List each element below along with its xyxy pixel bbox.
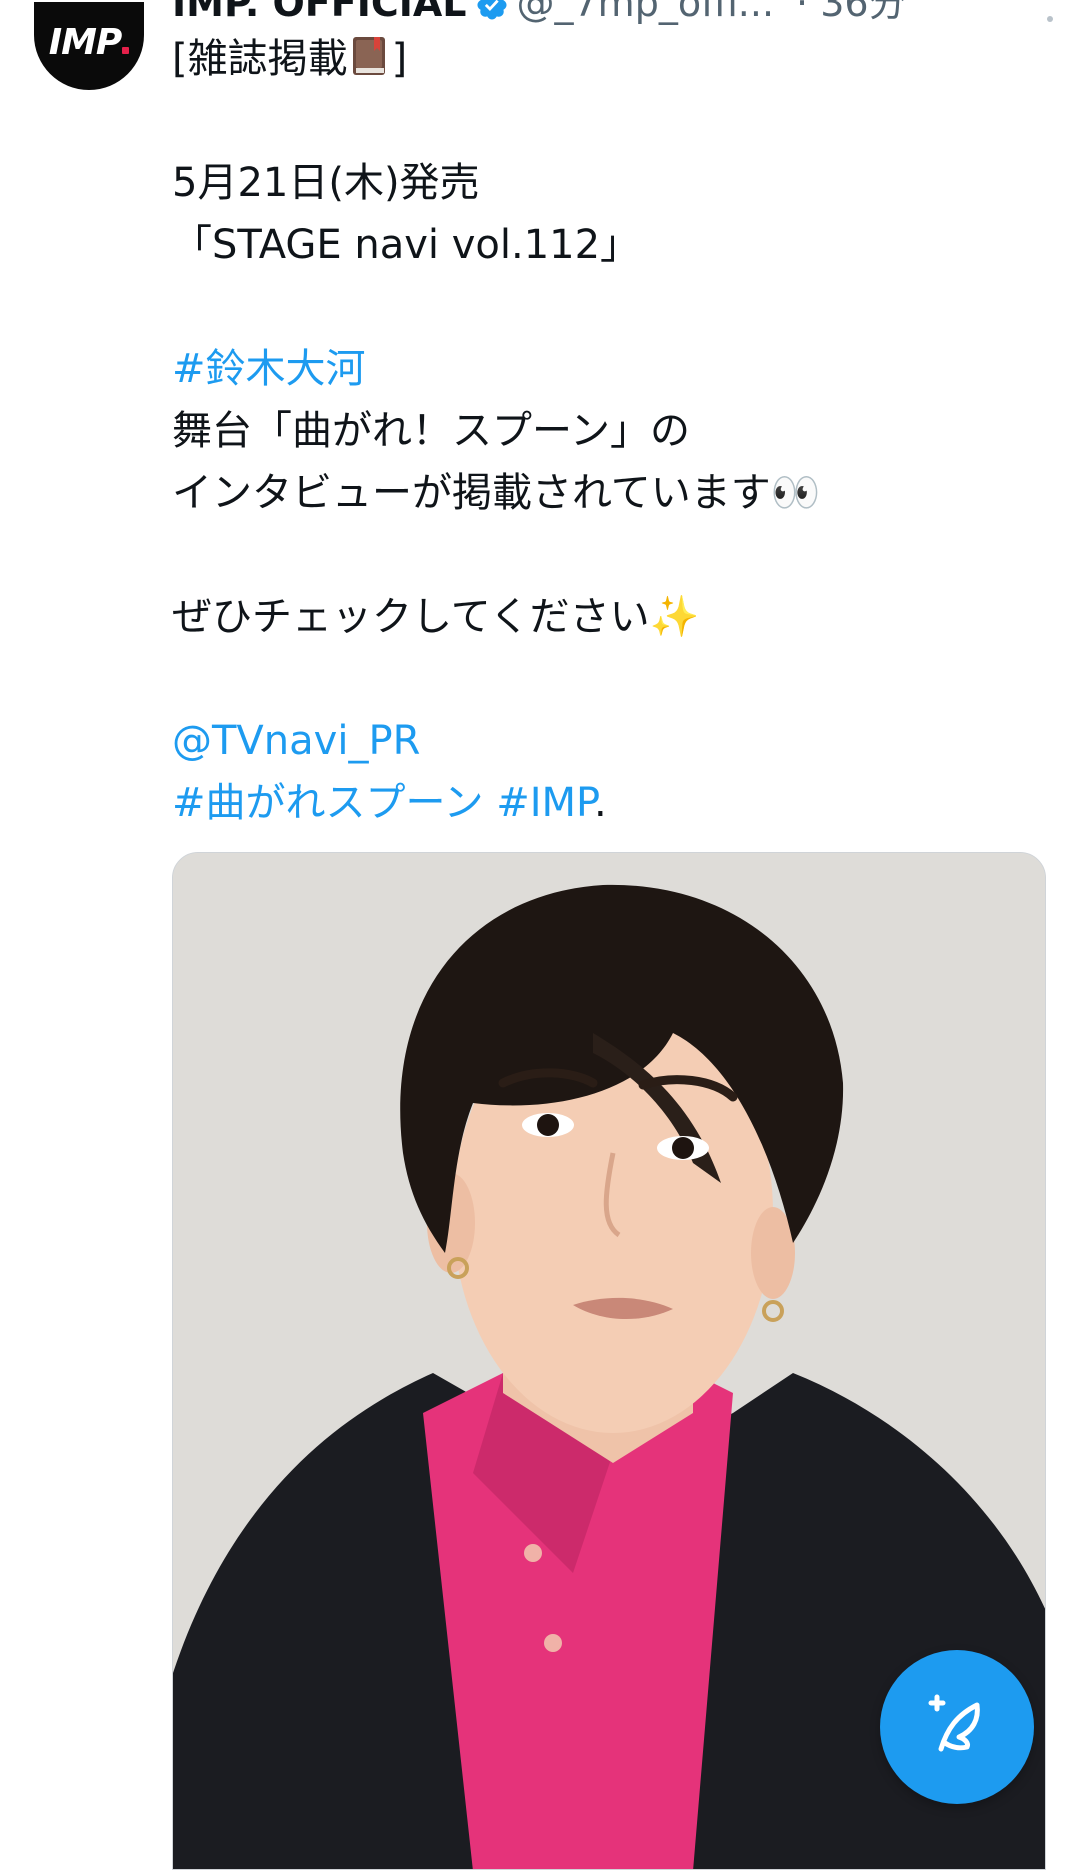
verified-badge-icon xyxy=(475,0,509,26)
hashtag-link[interactable]: #IMP xyxy=(496,780,594,826)
book-emoji-icon xyxy=(350,34,390,78)
hashtag-link[interactable]: #鈴木大河 xyxy=(172,338,1052,400)
profile-avatar[interactable]: IMP xyxy=(34,2,144,90)
tweet-line-release: 5月21日(木)発売 xyxy=(172,160,480,206)
more-options-icon[interactable] xyxy=(1044,0,1056,22)
tweet-line-hashtags: #曲がれスプーン #IMP. xyxy=(172,780,607,826)
tweet-line-magazine: 「STAGE navi vol.112」 xyxy=(172,222,641,268)
tweet-header: IMP. OFFICIAL @_7mp_offi... · 36分 xyxy=(172,0,1042,26)
tweet-line-stage: 舞台「曲がれ！スプーン」の xyxy=(172,408,690,454)
tweet-line-1: [雑誌掲載] xyxy=(172,34,408,82)
compose-post-icon xyxy=(921,1689,993,1765)
compose-post-button[interactable] xyxy=(880,1650,1034,1804)
mention-link[interactable]: @TVnavi_PR xyxy=(172,710,1052,772)
tweet-line-check: ぜひチェックしてください✨ xyxy=(172,594,700,640)
display-name[interactable]: IMP. OFFICIAL xyxy=(172,0,467,25)
avatar-logo-dot xyxy=(122,46,130,54)
user-handle[interactable]: @_7mp_offi... xyxy=(517,0,775,25)
avatar-logo-text: IMP xyxy=(49,22,130,63)
tweet-line-interview: インタビューが掲載されています👀 xyxy=(172,470,821,516)
post-time[interactable]: · 36分 xyxy=(796,0,907,25)
tweet-text: [雑誌掲載] 5月21日(木)発売 「STAGE navi vol.112」 #… xyxy=(172,28,1052,834)
hashtag-link[interactable]: #曲がれスプーン xyxy=(172,780,484,826)
